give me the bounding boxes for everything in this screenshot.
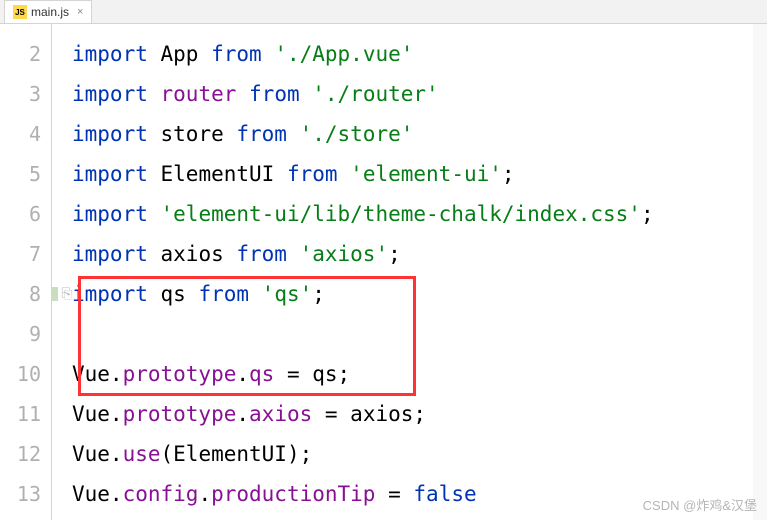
code-token: 'qs' (262, 282, 313, 306)
code-token: false (413, 482, 476, 506)
line-number: 4 (0, 114, 51, 154)
line-number: 13 (0, 474, 51, 514)
code-token: from (198, 282, 261, 306)
code-token: import (72, 42, 161, 66)
code-line[interactable]: import ElementUI from 'element-ui'; (52, 154, 767, 194)
code-token: from (236, 122, 299, 146)
code-area[interactable]: import App from './App.vue'import router… (52, 24, 767, 520)
code-token: prototype (123, 362, 237, 386)
code-line[interactable]: import 'element-ui/lib/theme-chalk/index… (52, 194, 767, 234)
code-token: ; (388, 242, 401, 266)
code-token: Vue. (72, 402, 123, 426)
code-token: = axios; (312, 402, 426, 426)
code-token: from (287, 162, 350, 186)
code-token: productionTip (211, 482, 375, 506)
js-file-icon: JS (13, 5, 27, 19)
code-token: import (72, 202, 161, 226)
code-line[interactable]: import axios from 'axios'; (52, 234, 767, 274)
code-token: qs (249, 362, 274, 386)
code-token: ; (641, 202, 654, 226)
tab-filename: main.js (31, 5, 69, 19)
code-line[interactable]: import qs from 'qs'; (52, 274, 767, 314)
code-token: router (161, 82, 250, 106)
code-token: . (198, 482, 211, 506)
code-token: (ElementUI); (161, 442, 313, 466)
code-token: from (236, 242, 299, 266)
code-token: . (236, 402, 249, 426)
code-token: Vue. (72, 362, 123, 386)
code-token: ; (312, 282, 325, 306)
code-line[interactable]: import App from './App.vue' (52, 34, 767, 74)
code-token: ElementUI (161, 162, 287, 186)
code-token: axios (161, 242, 237, 266)
code-line[interactable]: import router from './router' (52, 74, 767, 114)
line-number: 10 (0, 354, 51, 394)
code-token: = qs; (274, 362, 350, 386)
tab-bar: JS main.js × (0, 0, 767, 24)
code-token: 'element-ui/lib/theme-chalk/index.css' (161, 202, 641, 226)
line-number: 3 (0, 74, 51, 114)
vertical-scrollbar[interactable] (753, 24, 767, 520)
code-token: prototype (123, 402, 237, 426)
code-line[interactable]: Vue.prototype.qs = qs; (52, 354, 767, 394)
editor-pane: 2345678910111213 import App from './App.… (0, 24, 767, 520)
close-icon[interactable]: × (77, 6, 83, 18)
line-number: 12 (0, 434, 51, 474)
code-token: Vue. (72, 442, 123, 466)
code-token: ; (502, 162, 515, 186)
code-token: = (375, 482, 413, 506)
code-token: from (211, 42, 274, 66)
code-token: './store' (300, 122, 414, 146)
code-token: store (161, 122, 237, 146)
line-number: 6 (0, 194, 51, 234)
code-token: qs (161, 282, 199, 306)
line-number: 7 (0, 234, 51, 274)
code-token: './App.vue' (274, 42, 413, 66)
line-number: 5 (0, 154, 51, 194)
line-number-gutter: 2345678910111213 (0, 24, 52, 520)
code-line[interactable]: Vue.prototype.axios = axios; (52, 394, 767, 434)
code-token: import (72, 82, 161, 106)
code-token: use (123, 442, 161, 466)
file-tab[interactable]: JS main.js × (4, 0, 92, 23)
code-token: import (72, 282, 161, 306)
watermark-text: CSDN @炸鸡&汉堡 (643, 495, 757, 514)
code-token: import (72, 122, 161, 146)
code-token: . (236, 362, 249, 386)
line-number: 2 (0, 34, 51, 74)
code-token: App (161, 42, 212, 66)
code-token: config (123, 482, 199, 506)
code-line[interactable]: Vue.use(ElementUI); (52, 434, 767, 474)
code-token: axios (249, 402, 312, 426)
code-token: Vue. (72, 482, 123, 506)
code-token: './router' (312, 82, 438, 106)
code-token: import (72, 242, 161, 266)
code-token: import (72, 162, 161, 186)
code-token: 'axios' (300, 242, 389, 266)
code-line[interactable]: import store from './store' (52, 114, 767, 154)
gutter-hint-icon: ⎘ (58, 285, 76, 303)
code-token: from (249, 82, 312, 106)
line-number: 11 (0, 394, 51, 434)
line-number: 8 (0, 274, 51, 314)
code-token: 'element-ui' (350, 162, 502, 186)
code-line[interactable] (52, 314, 767, 354)
line-number: 9 (0, 314, 51, 354)
